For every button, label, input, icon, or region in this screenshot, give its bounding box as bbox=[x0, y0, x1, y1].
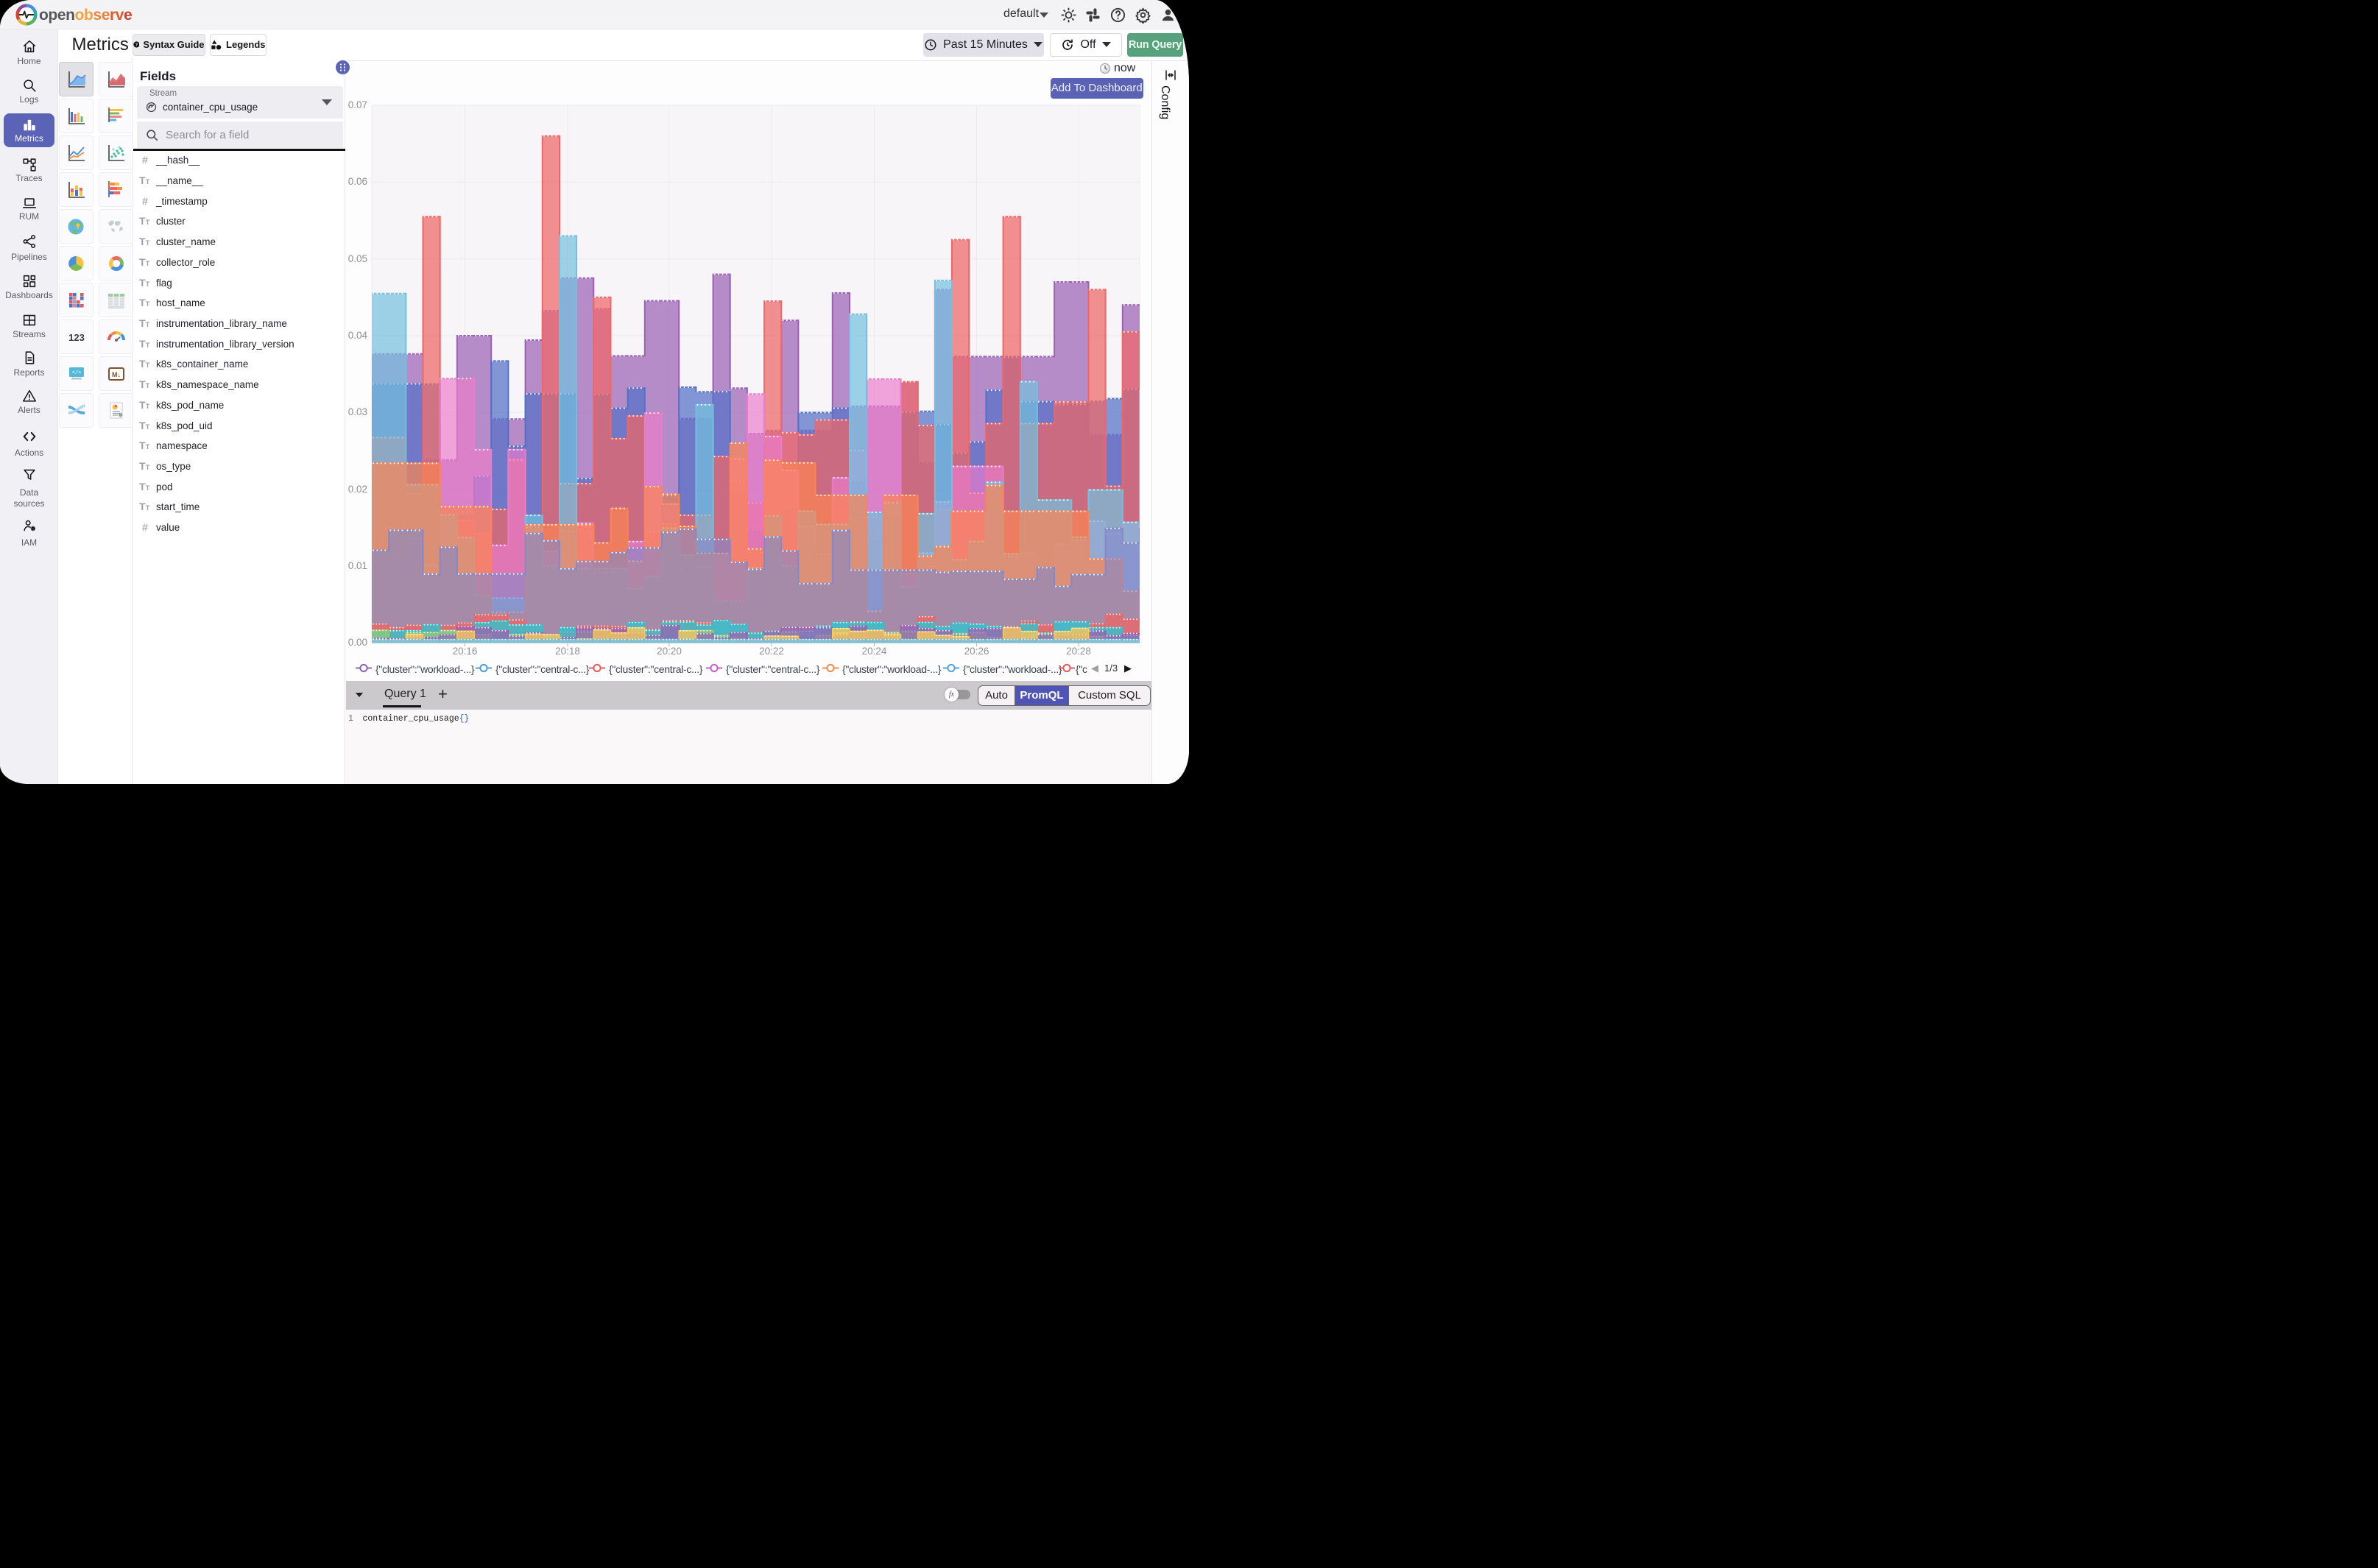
svg-text:?: ? bbox=[135, 43, 138, 47]
svg-text:</>: </> bbox=[71, 370, 81, 376]
svg-text:123: 123 bbox=[68, 332, 85, 343]
svg-text:M↓: M↓ bbox=[112, 371, 121, 378]
